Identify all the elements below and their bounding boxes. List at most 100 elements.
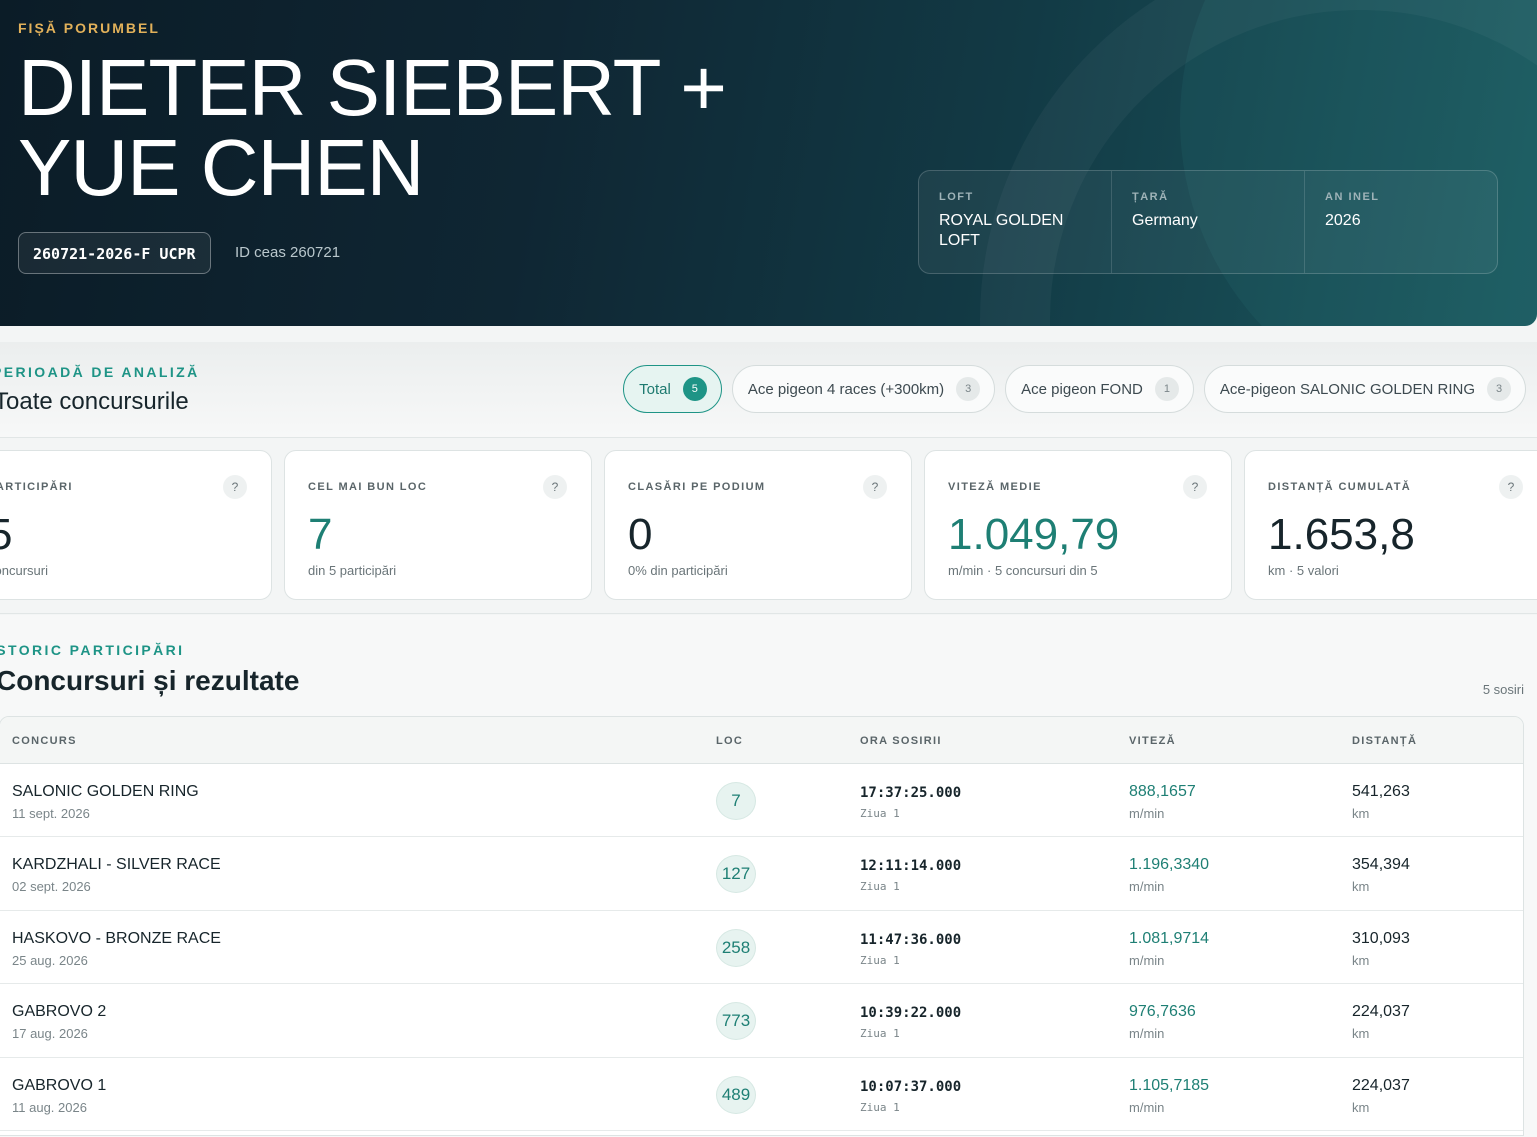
stat-card-participations: PARTICIPĂRI ? 5 concursuri [0, 450, 272, 600]
race-date: 17 aug. 2026 [12, 1026, 88, 1042]
decorative-ring [980, 0, 1537, 326]
help-icon[interactable]: ? [543, 475, 567, 499]
pigeon-profile-page: FIȘĂ PORUMBEL DIETER SIEBERT + YUE CHEN … [0, 0, 1537, 1137]
period-eyebrow: PERIOADĂ DE ANALIZĂ [0, 364, 200, 380]
arrival-day: Ziua 1 [860, 1027, 900, 1041]
stats-row: PARTICIPĂRI ? 5 concursuri CEL MAI BUN L… [0, 438, 1537, 614]
filter-chip-count: 3 [1487, 377, 1511, 401]
results-table: CONCURS LOC ORA SOSIRII VITEZĂ DISTANȚĂ … [0, 716, 1524, 1136]
table-row[interactable]: GABROVO 1 11 aug. 2026 489 10:07:37.000 … [0, 1058, 1523, 1131]
filter-chip-label: Total [639, 380, 671, 398]
filter-chip-label: Ace-pigeon SALONIC GOLDEN RING [1219, 380, 1475, 398]
hero-header: FIȘĂ PORUMBEL DIETER SIEBERT + YUE CHEN … [0, 0, 1537, 326]
arrival-time: 17:37:25.000 [860, 785, 962, 801]
distance-unit: km [1352, 879, 1370, 895]
arrivals-count: 5 sosiri [1482, 682, 1524, 697]
stat-label: CLASĂRI PE PODIUM [628, 481, 766, 493]
hero-eyebrow: FIȘĂ PORUMBEL [18, 20, 160, 36]
race-date: 25 aug. 2026 [12, 952, 88, 968]
help-icon[interactable]: ? [1183, 475, 1207, 499]
distance-unit: km [1352, 806, 1370, 821]
column-header-place[interactable]: LOC [716, 735, 743, 747]
place-badge: 773 [716, 1002, 756, 1041]
table-row[interactable]: GABROVO 2 17 aug. 2026 773 10:39:22.000 … [0, 984, 1523, 1058]
stat-label: DISTANȚĂ CUMULATĂ [1268, 481, 1412, 493]
help-icon[interactable]: ? [1499, 475, 1523, 499]
stat-card-best-place: CEL MAI BUN LOC ? 7 din 5 participări [284, 450, 592, 600]
help-icon[interactable]: ? [863, 475, 887, 499]
filter-chip-total[interactable]: Total 5 [623, 365, 722, 413]
distance-value: 541,263 [1352, 783, 1410, 800]
info-label: LOFT [939, 191, 974, 203]
stat-card-podium: CLASĂRI PE PODIUM ? 0 0% din participări [604, 450, 912, 600]
stat-label: PARTICIPĂRI [0, 481, 73, 493]
column-header-race[interactable]: CONCURS [12, 735, 77, 747]
stat-value: 7 [308, 510, 333, 559]
page-title: DIETER SIEBERT + YUE CHEN [18, 43, 727, 212]
distance-unit: km [1352, 952, 1370, 968]
place-badge: 489 [716, 1075, 756, 1114]
info-value: Germany [1132, 212, 1198, 229]
distance-value: 310,093 [1352, 929, 1410, 947]
info-loft: LOFT ROYAL GOLDEN LOFT [919, 171, 1112, 273]
arrival-day: Ziua 1 [860, 1100, 900, 1114]
arrival-time: 10:39:22.000 [860, 1005, 962, 1022]
race-name: KARDZHALI - SILVER RACE [12, 856, 221, 874]
stat-value: 1.049,79 [948, 510, 1120, 559]
column-header-arrival[interactable]: ORA SOSIRII [860, 735, 942, 747]
place-badge: 127 [716, 855, 756, 894]
info-value: ROYAL GOLDEN LOFT [939, 212, 1064, 249]
pigeon-info-panel: LOFT ROYAL GOLDEN LOFT ȚARĂ Germany AN I… [918, 170, 1498, 274]
info-country: ȚARĂ Germany [1112, 171, 1305, 273]
distance-unit: km [1352, 1026, 1370, 1042]
stat-subtext: 0% din participări [628, 563, 728, 578]
speed-unit: m/min [1129, 806, 1165, 821]
table-row[interactable]: KARDZHALI - SILVER RACE 02 sept. 2026 12… [0, 837, 1523, 911]
table-header: CONCURS LOC ORA SOSIRII VITEZĂ DISTANȚĂ [0, 717, 1523, 764]
stat-subtext: m/min · 5 concursuri din 5 [948, 563, 1098, 578]
table-row[interactable]: HASKOVO - BRONZE RACE 25 aug. 2026 258 1… [0, 911, 1523, 985]
filter-chip-count: 3 [956, 377, 981, 401]
filter-chip-ace-fond[interactable]: Ace pigeon FOND 1 [1005, 365, 1194, 413]
analysis-period: PERIOADĂ DE ANALIZĂ Toate concursurile T… [0, 342, 1537, 438]
ring-number-badge: 260721-2026-F UCPR [18, 232, 211, 274]
column-header-speed[interactable]: VITEZĂ [1129, 735, 1176, 747]
race-date: 11 aug. 2026 [12, 1099, 87, 1115]
stat-label: CEL MAI BUN LOC [308, 481, 428, 493]
speed-value: 1.081,9714 [1129, 929, 1210, 947]
stat-value: 1.653,8 [1268, 510, 1415, 559]
speed-unit: m/min [1129, 879, 1165, 895]
race-date: 02 sept. 2026 [12, 879, 91, 895]
arrival-day: Ziua 1 [860, 953, 900, 967]
distance-unit: km [1352, 1099, 1370, 1115]
speed-value: 888,1657 [1129, 783, 1196, 800]
arrival-time: 12:11:14.000 [860, 858, 962, 875]
speed-value: 1.105,7185 [1129, 1076, 1210, 1094]
help-icon[interactable]: ? [223, 475, 247, 499]
speed-value: 1.196,3340 [1129, 856, 1210, 874]
filter-chip-label: Ace pigeon FOND [1021, 380, 1143, 398]
stat-card-total-distance: DISTANȚĂ CUMULATĂ ? 1.653,8 km · 5 valor… [1244, 450, 1537, 600]
speed-unit: m/min [1129, 952, 1165, 968]
arrival-time: 10:07:37.000 [860, 1078, 962, 1095]
filter-chip-count: 1 [1154, 377, 1179, 401]
history-eyebrow: ISTORIC PARTICIPĂRI [0, 642, 185, 658]
place-badge: 258 [716, 928, 756, 967]
distance-value: 354,394 [1352, 856, 1410, 874]
table-row[interactable]: SALONIC GOLDEN RING 11 sept. 2026 7 17:3… [0, 764, 1523, 838]
filter-chip-label: Ace pigeon 4 races (+300km) [747, 380, 945, 398]
race-name: GABROVO 2 [12, 1003, 107, 1021]
race-date: 11 sept. 2026 [12, 806, 90, 821]
info-ring-year: AN INEL 2026 [1305, 171, 1497, 273]
stat-value: 0 [628, 510, 653, 559]
column-header-distance[interactable]: DISTANȚĂ [1352, 735, 1417, 747]
race-name: GABROVO 1 [12, 1076, 107, 1094]
history-title: Concursuri și rezultate [0, 665, 300, 696]
race-name: SALONIC GOLDEN RING [12, 783, 199, 800]
arrival-time: 11:47:36.000 [860, 931, 962, 948]
speed-value: 976,7636 [1129, 1003, 1196, 1021]
speed-unit: m/min [1129, 1026, 1165, 1042]
filter-chip-ace-4-races[interactable]: Ace pigeon 4 races (+300km) 3 [731, 365, 996, 413]
filter-chip-ace-salonic[interactable]: Ace-pigeon SALONIC GOLDEN RING 3 [1203, 365, 1526, 413]
info-label: AN INEL [1325, 191, 1380, 203]
